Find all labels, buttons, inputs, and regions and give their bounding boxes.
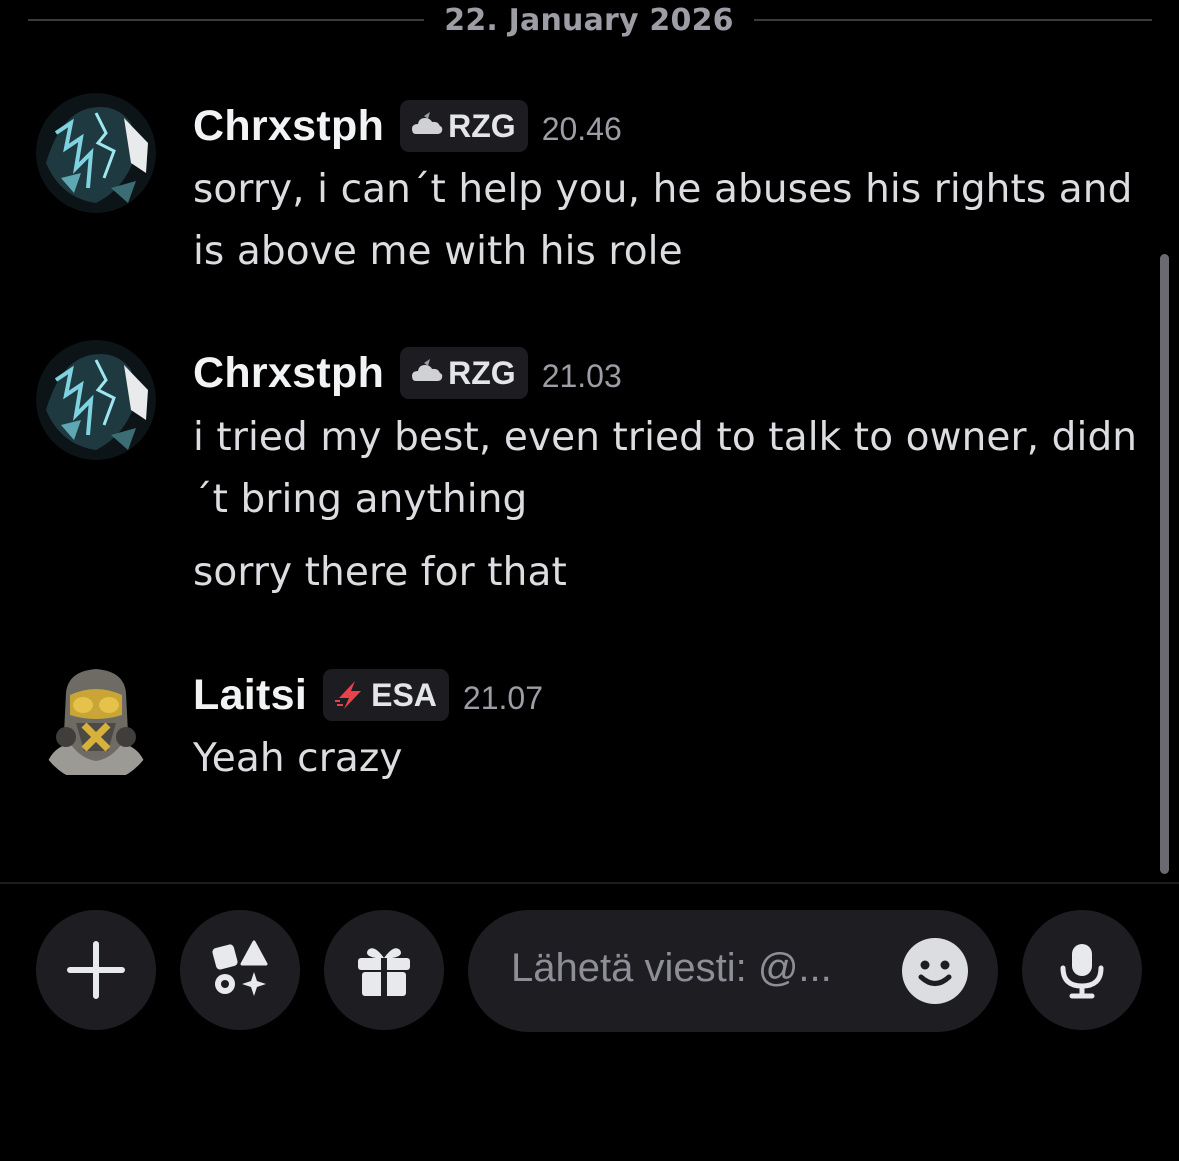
apps-icon [212,940,268,996]
gift-button[interactable] [324,910,444,1030]
guild-tag-label: ESA [371,676,437,713]
message-text: Yeah crazy [193,736,403,781]
cloud-icon [412,359,443,381]
date-divider: 22. January 2026 [0,0,1179,44]
apps-button[interactable] [180,910,300,1030]
divider-line [754,19,1152,21]
avatar[interactable] [36,340,156,460]
gift-icon [358,948,410,996]
message-input[interactable]: Lähetä viesti: @... [468,910,998,1032]
scrollbar[interactable] [1160,254,1169,874]
guild-tag[interactable]: RZG [400,100,528,152]
username[interactable]: Laitsi [193,671,307,720]
message-text: sorry, i can´t help you, he abuses his r… [193,167,1133,274]
message-text: sorry there for that [193,550,567,595]
message-header: Chrxstph RZG 21.03 [193,345,622,401]
guild-tag[interactable]: ESA [323,669,449,721]
avatar-image [36,93,156,213]
timestamp: 21.03 [541,357,622,394]
cloud-icon [412,112,443,134]
emoji-icon [918,960,952,986]
message-input-placeholder: Lähetä viesti: @... [511,946,832,990]
avatar[interactable] [36,663,156,783]
avatar-image [44,669,148,775]
username[interactable]: Chrxstph [193,102,384,151]
microphone-icon [1060,944,1104,999]
timestamp: 21.07 [462,679,543,716]
chat-screen: 22. January 2026 Chrxstph RZG 20.46 sorr… [0,0,1179,1161]
emoji-button[interactable] [902,938,968,1004]
message-header: Laitsi ESA 21.07 [193,667,543,723]
voice-message-button[interactable] [1022,910,1142,1030]
message-text: i tried my best, even tried to talk to o… [193,415,1138,522]
guild-tag-label: RZG [448,354,516,391]
avatar-image [36,340,156,460]
avatar[interactable] [36,93,156,213]
message-header: Chrxstph RZG 20.46 [193,98,622,154]
divider-line [28,19,424,21]
guild-tag[interactable]: RZG [400,347,528,399]
lightning-icon [335,681,362,709]
guild-tag-label: RZG [448,107,516,144]
composer-divider [0,882,1179,884]
date-label: 22. January 2026 [444,3,734,38]
timestamp: 20.46 [541,110,622,147]
plus-icon [67,941,125,999]
username[interactable]: Chrxstph [193,349,384,398]
add-attachment-button[interactable] [36,910,156,1030]
